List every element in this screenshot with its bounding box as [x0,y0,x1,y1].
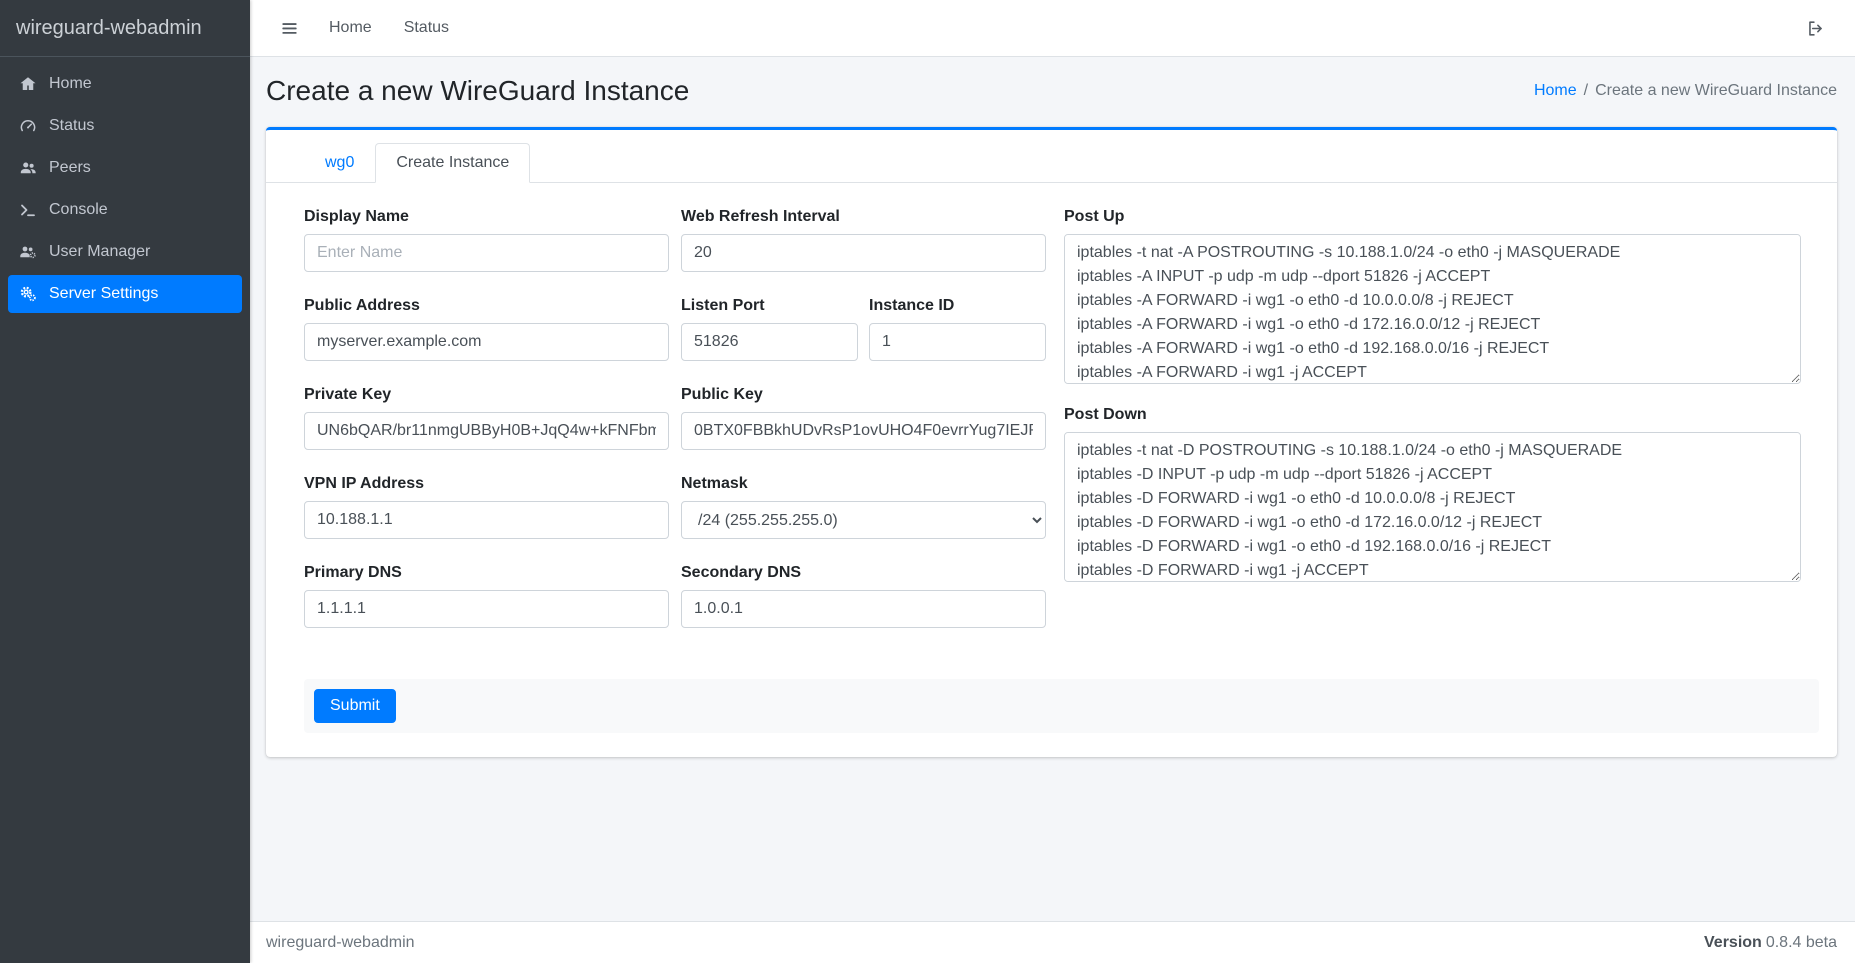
public-address-label: Public Address [304,296,669,315]
tab-wg0[interactable]: wg0 [304,143,375,183]
form-column-middle: Web Refresh Interval Listen Port Instanc… [681,207,1046,652]
netmask-label: Netmask [681,474,1046,493]
sidebar-item-label: Peers [49,159,91,177]
listen-port-input[interactable] [681,323,858,361]
server-settings-icon [16,285,40,303]
main-footer: wireguard-webadmin Version0.8.4 beta [250,921,1855,963]
sidebar-item-label: User Manager [49,243,150,261]
post-down-field-group: Post Down iptables -t nat -D POSTROUTING… [1064,405,1801,587]
sidebar-item-label: Status [49,117,94,135]
sidebar-nav: Home Status [0,57,250,325]
listen-port-label: Listen Port [681,296,858,315]
sidebar-toggle-button[interactable] [266,11,313,46]
sidebar-item-console[interactable]: Console [8,191,242,229]
secondary-dns-input[interactable] [681,590,1046,628]
submit-button[interactable]: Submit [314,689,396,723]
post-up-textarea[interactable]: iptables -t nat -A POSTROUTING -s 10.188… [1064,234,1801,384]
main-area: Home Status Create a new WireGuard Insta… [250,0,1855,963]
display-name-label: Display Name [304,207,669,226]
instance-card: wg0 Create Instance Display Name Public [266,127,1837,757]
peers-icon [16,159,40,177]
footer-brand: wireguard-webadmin [266,934,415,952]
sidebar-item-label: Home [49,75,92,93]
private-key-input[interactable] [304,412,669,450]
sidebar-item-label: Server Settings [49,285,158,303]
content-wrapper: Create a new WireGuard Instance Home / C… [250,57,1855,921]
footer-version: Version0.8.4 beta [1704,934,1837,952]
netmask-field-group: Netmask /24 (255.255.255.0) [681,474,1046,539]
port-id-row: Listen Port Instance ID [681,296,1046,385]
public-key-label: Public Key [681,385,1046,404]
home-icon [16,75,40,93]
content-header: Create a new WireGuard Instance Home / C… [250,57,1855,127]
sidebar-item-home[interactable]: Home [8,65,242,103]
brand-title: wireguard-webadmin [0,0,250,57]
web-refresh-field-group: Web Refresh Interval [681,207,1046,272]
topnav-link-home[interactable]: Home [313,11,388,45]
public-key-input[interactable] [681,412,1046,450]
hamburger-icon [280,19,299,38]
post-down-label: Post Down [1064,405,1801,424]
instance-tabs: wg0 Create Instance [266,130,1837,183]
vpn-ip-field-group: VPN IP Address [304,474,669,539]
topnav-link-status[interactable]: Status [388,11,465,45]
post-up-label: Post Up [1064,207,1801,226]
breadcrumb: Home / Create a new WireGuard Instance [1534,82,1837,100]
private-key-label: Private Key [304,385,669,404]
sidebar-item-status[interactable]: Status [8,107,242,145]
tab-create-instance[interactable]: Create Instance [375,143,530,183]
footer-version-label: Version [1704,934,1762,951]
primary-dns-input[interactable] [304,590,669,628]
display-name-field-group: Display Name [304,207,669,272]
vpn-ip-input[interactable] [304,501,669,539]
breadcrumb-home-link[interactable]: Home [1534,82,1577,100]
public-address-input[interactable] [304,323,669,361]
form-column-right: Post Up iptables -t nat -A POSTROUTING -… [1064,207,1801,611]
vpn-ip-label: VPN IP Address [304,474,669,493]
instance-form: Display Name Public Address Private Key [266,183,1837,757]
instance-id-field-group: Instance ID [869,296,1046,361]
top-navbar: Home Status [250,0,1855,57]
listen-port-field-group: Listen Port [681,296,858,361]
private-key-field-group: Private Key [304,385,669,450]
console-icon [16,201,40,219]
form-column-left: Display Name Public Address Private Key [304,207,669,652]
page-title: Create a new WireGuard Instance [266,75,689,107]
web-refresh-input[interactable] [681,234,1046,272]
instance-id-label: Instance ID [869,296,1046,315]
public-address-field-group: Public Address [304,296,669,361]
user-manager-icon [16,243,40,261]
web-refresh-label: Web Refresh Interval [681,207,1046,226]
secondary-dns-label: Secondary DNS [681,563,1046,582]
primary-dns-field-group: Primary DNS [304,563,669,628]
sidebar-item-server-settings[interactable]: Server Settings [8,275,242,313]
status-icon [16,117,40,135]
sidebar: wireguard-webadmin Home Status [0,0,250,963]
post-down-textarea[interactable]: iptables -t nat -D POSTROUTING -s 10.188… [1064,432,1801,582]
sidebar-item-user-manager[interactable]: User Manager [8,233,242,271]
breadcrumb-current: Create a new WireGuard Instance [1595,82,1837,100]
instance-id-input[interactable] [869,323,1046,361]
secondary-dns-field-group: Secondary DNS [681,563,1046,628]
app-window: wireguard-webadmin Home Status [0,0,1855,963]
form-grid: Display Name Public Address Private Key [304,207,1819,652]
display-name-input[interactable] [304,234,669,272]
primary-dns-label: Primary DNS [304,563,669,582]
public-key-field-group: Public Key [681,385,1046,450]
post-up-field-group: Post Up iptables -t nat -A POSTROUTING -… [1064,207,1801,389]
logout-icon [1806,19,1825,38]
logout-button[interactable] [1792,11,1839,46]
footer-version-value: 0.8.4 beta [1766,934,1837,951]
netmask-select[interactable]: /24 (255.255.255.0) [681,501,1046,539]
submit-strip: Submit [304,679,1819,733]
sidebar-item-label: Console [49,201,108,219]
sidebar-item-peers[interactable]: Peers [8,149,242,187]
breadcrumb-separator: / [1584,82,1588,100]
